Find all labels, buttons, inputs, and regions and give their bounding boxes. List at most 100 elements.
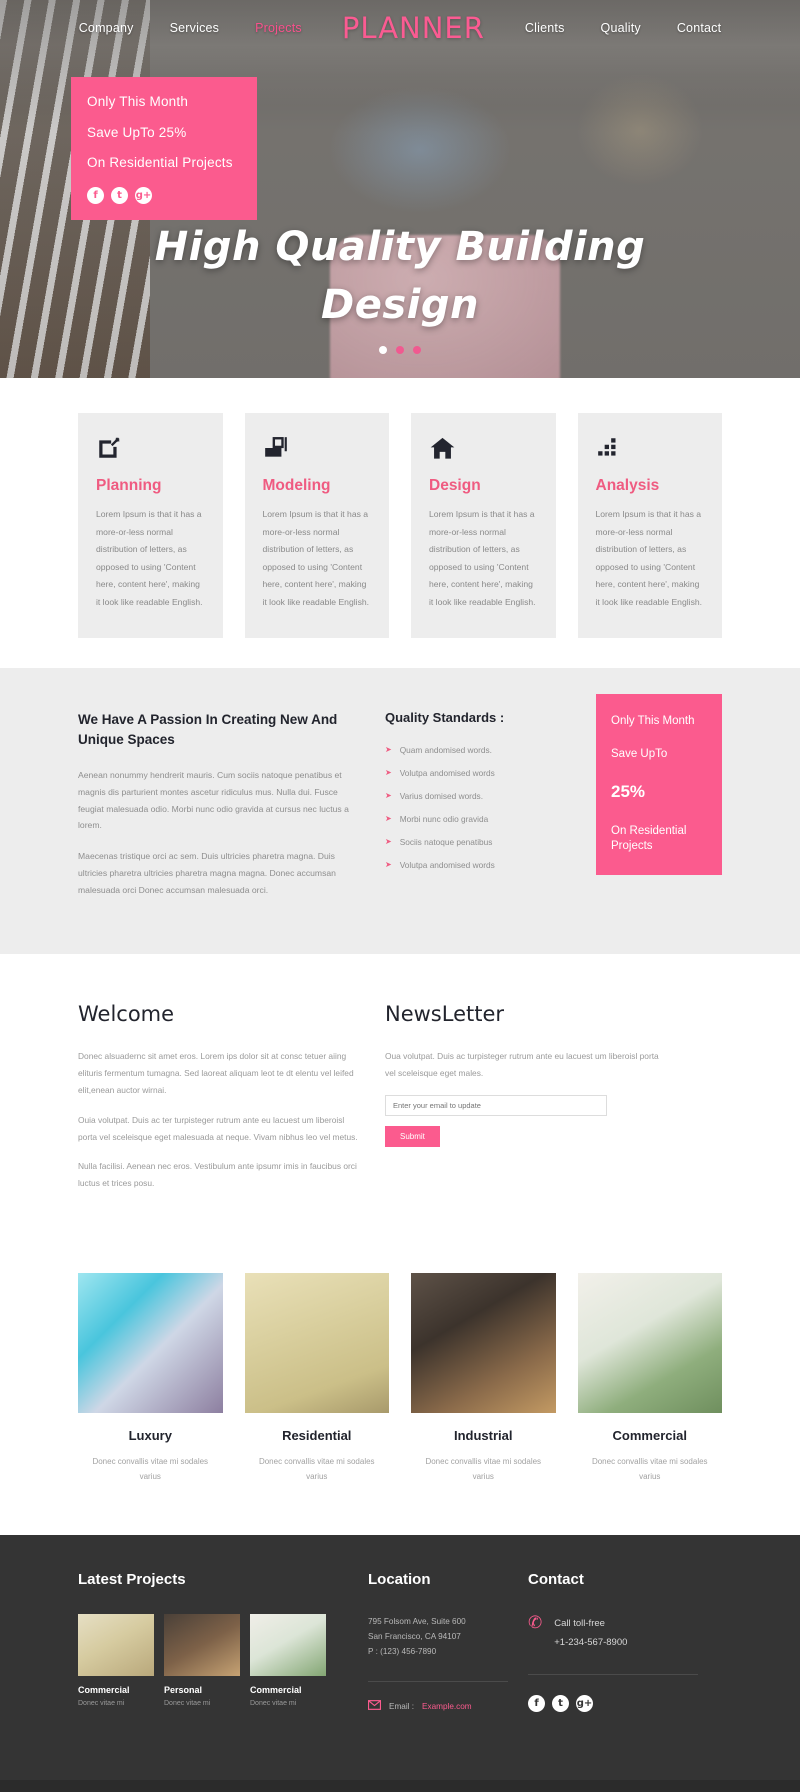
project-thumbnail: [78, 1613, 154, 1676]
footer-call-info: Call toll-free +1-234-567-8900: [554, 1614, 627, 1652]
bar-chart-icon: [596, 435, 705, 465]
footer-bottom-strip: [0, 1779, 800, 1792]
quality-standard-item[interactable]: ➤ Volutpa andomised words: [385, 768, 535, 778]
nav-item-clients[interactable]: Clients: [507, 21, 583, 35]
gallery-title: Residential: [282, 1428, 352, 1444]
project-title: Personal: [164, 1684, 203, 1695]
quality-standard-item[interactable]: ➤ Sociis natoque penatibus: [385, 837, 535, 847]
project-thumbnail: [164, 1613, 240, 1676]
project-thumbnail: [250, 1613, 326, 1676]
gallery-title: Industrial: [453, 1428, 513, 1444]
call-number: +1-234-567-8900: [554, 1636, 628, 1648]
hero-offer-badge: Only This Month Save UpTo 25% On Residen…: [71, 77, 257, 220]
edit-square-icon: [96, 435, 205, 465]
project-title: Commercial: [78, 1684, 130, 1695]
gallery-title: Commercial: [612, 1428, 687, 1444]
email-link[interactable]: Example.com: [422, 1702, 472, 1711]
monitor-icon: [263, 435, 372, 465]
offer-line-2: Save UpTo 25%: [87, 124, 187, 140]
residential-photo: [244, 1273, 389, 1414]
facebook-icon[interactable]: f: [528, 1694, 545, 1712]
welcome-paragraph-1: Donec alsuadernc sit amet eros. Lorem ip…: [78, 1051, 354, 1096]
service-text: Lorem Ipsum is that it has a more-or-les…: [595, 509, 703, 608]
envelope-icon: [367, 1700, 382, 1712]
nav-item-contact[interactable]: Contact: [659, 21, 739, 35]
arrow-bullet-icon: ➤: [385, 790, 392, 800]
project-subtitle: Donec vitae mi: [250, 1699, 297, 1707]
quality-standard-label: Varius domised words.: [399, 790, 484, 801]
quality-standards-column: Quality Standards : ➤ Quam andomised wor…: [385, 710, 535, 913]
nav-item-projects[interactable]: Projects: [237, 21, 320, 35]
address-phone: P : (123) 456-7890: [368, 1647, 437, 1657]
service-title: Design: [429, 477, 481, 494]
nav-item-company[interactable]: Company: [61, 21, 152, 35]
newsletter-column: NewsLetter Oua volutpat. Duis ac turpist…: [385, 1002, 670, 1205]
google-plus-icon[interactable]: g+: [135, 186, 152, 204]
offer-line-1: Only This Month: [87, 94, 189, 109]
slider-dot-3[interactable]: [413, 346, 421, 354]
footer-project-item[interactable]: Personal Donec vitae mi: [164, 1613, 240, 1707]
footer-project-item[interactable]: Commercial Donec vitae mi: [78, 1613, 154, 1707]
google-plus-icon[interactable]: g+: [576, 1694, 593, 1712]
gallery-text: Donec convallis vitae mi sodales varius: [92, 1457, 209, 1481]
passion-paragraph-1: Aenean nonummy hendrerit mauris. Cum soc…: [78, 770, 349, 831]
service-card-modeling[interactable]: Modeling Lorem Ipsum is that it has a mo…: [244, 413, 389, 638]
gallery-section: Luxury Donec convallis vitae mi sodales …: [0, 1245, 800, 1535]
service-card-analysis[interactable]: Analysis Lorem Ipsum is that it has a mo…: [577, 413, 722, 638]
footer-project-item[interactable]: Commercial Donec vitae mi: [250, 1613, 326, 1707]
phone-icon: ✆: [528, 1612, 543, 1632]
promo-line-2: Save UpTo: [611, 748, 668, 761]
footer-divider: [368, 1681, 508, 1683]
service-text: Lorem Ipsum is that it has a more-or-les…: [429, 509, 536, 608]
call-label: Call toll-free: [554, 1617, 605, 1629]
gallery-item-luxury[interactable]: Luxury Donec convallis vitae mi sodales …: [78, 1273, 223, 1485]
address-line-2: San Francisco, CA 94107: [368, 1631, 461, 1641]
service-card-design[interactable]: Design Lorem Ipsum is that it has a more…: [411, 413, 556, 638]
twitter-icon[interactable]: t: [552, 1694, 569, 1712]
services-section: Planning Lorem Ipsum is that it has a mo…: [0, 378, 800, 668]
promo-discount-value: 25%: [611, 781, 646, 801]
footer-location-heading: Location: [368, 1570, 431, 1588]
facebook-icon[interactable]: f: [87, 186, 104, 204]
gallery-item-commercial[interactable]: Commercial Donec convallis vitae mi soda…: [577, 1273, 722, 1485]
footer-contact-heading: Contact: [528, 1570, 584, 1588]
footer-social-links: f t g+: [528, 1694, 698, 1712]
twitter-icon[interactable]: t: [111, 186, 128, 204]
gallery-text: Donec convallis vitae mi sodales varius: [425, 1457, 542, 1481]
home-icon: [429, 435, 538, 465]
newsletter-submit-button[interactable]: Submit: [385, 1126, 440, 1148]
welcome-newsletter-section: Welcome Donec alsuadernc sit amet eros. …: [0, 954, 800, 1246]
arrow-bullet-icon: ➤: [385, 859, 392, 869]
quality-standard-item[interactable]: ➤ Quam andomised words.: [385, 745, 535, 755]
newsletter-text: Oua volutpat. Duis ac turpisteger rutrum…: [385, 1051, 659, 1079]
nav-item-services[interactable]: Services: [152, 21, 238, 35]
service-card-planning[interactable]: Planning Lorem Ipsum is that it has a mo…: [78, 413, 223, 638]
hero-headline-line-1: High Quality Building: [154, 224, 646, 270]
passion-paragraph-2: Maecenas tristique orci ac sem. Duis ult…: [78, 851, 336, 895]
newsletter-email-input[interactable]: [385, 1095, 607, 1117]
slider-dot-1[interactable]: [379, 346, 387, 354]
project-title: Commercial: [250, 1684, 302, 1695]
footer-contact-column: Contact ✆ Call toll-free +1-234-567-8900…: [528, 1571, 698, 1750]
promo-line-1: Only This Month: [611, 714, 695, 727]
footer-location-column: Location 795 Folsom Ave, Suite 600 San F…: [367, 1570, 508, 1750]
quality-standard-item[interactable]: ➤ Morbi nunc odio gravida: [385, 814, 535, 824]
gallery-item-residential[interactable]: Residential Donec convallis vitae mi sod…: [244, 1273, 389, 1485]
gallery-item-industrial[interactable]: Industrial Donec convallis vitae mi soda…: [411, 1273, 556, 1485]
nav-item-quality[interactable]: Quality: [583, 21, 659, 35]
gallery-text: Donec convallis vitae mi sodales varius: [591, 1457, 708, 1481]
service-title: Analysis: [595, 477, 660, 494]
footer-divider: [528, 1673, 698, 1675]
quality-standard-label: Sociis natoque penatibus: [399, 836, 493, 847]
quality-standard-item[interactable]: ➤ Varius domised words.: [385, 791, 535, 801]
email-label: Email :: [389, 1701, 415, 1711]
welcome-column: Welcome Donec alsuadernc sit amet eros. …: [78, 1002, 363, 1205]
offer-line-3: On Residential Projects: [87, 155, 233, 170]
welcome-paragraph-2: Ouia volutpat. Duis ac ter turpisteger r…: [78, 1114, 358, 1142]
service-title: Modeling: [262, 477, 331, 494]
site-logo[interactable]: PLANNER: [320, 13, 507, 43]
slider-dot-2[interactable]: [396, 346, 404, 354]
quality-standard-item[interactable]: ➤ Volutpa andomised words: [385, 860, 535, 870]
passion-section: We Have A Passion In Creating New And Un…: [0, 667, 800, 955]
offer-social-links: f t g+: [87, 186, 241, 204]
